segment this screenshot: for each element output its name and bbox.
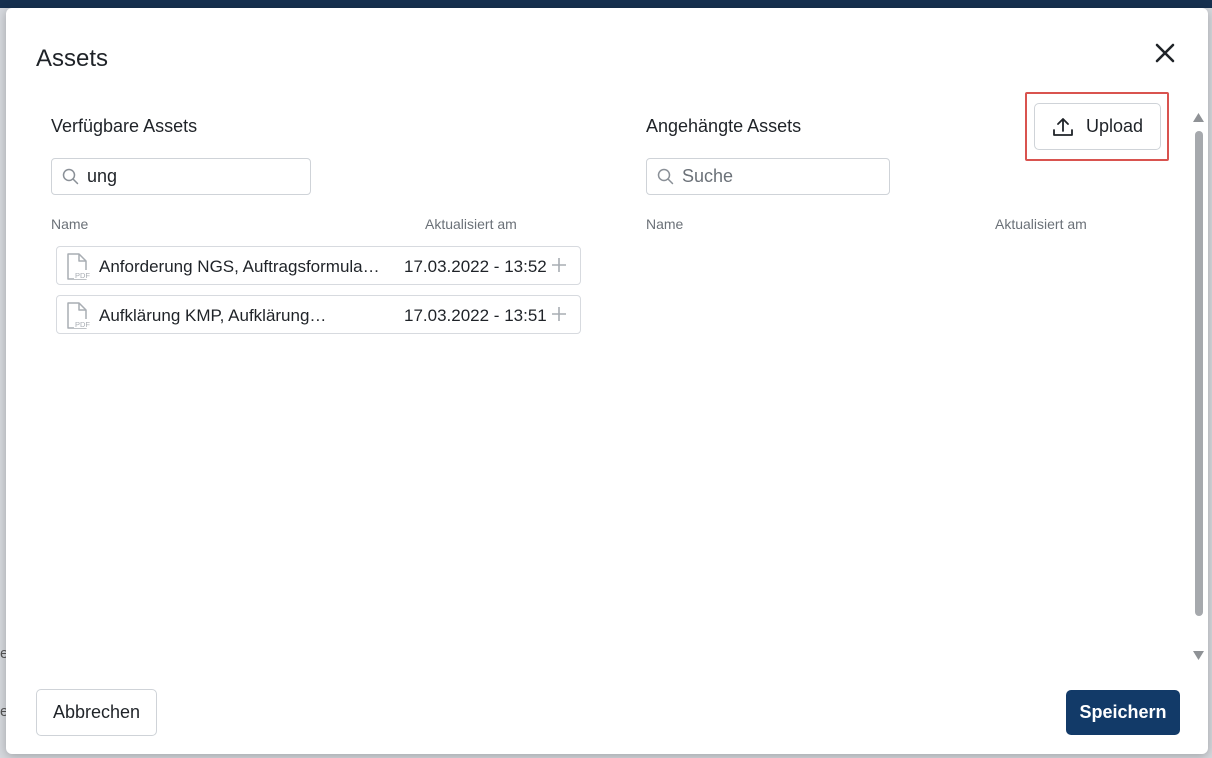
pdf-file-icon: PDF (67, 253, 91, 280)
asset-name: Aufklärung KMP, Aufklärung… (99, 306, 327, 325)
close-icon (1155, 43, 1175, 63)
attached-search-box[interactable] (646, 158, 890, 195)
add-icon[interactable] (551, 306, 567, 322)
svg-text:PDF: PDF (75, 320, 90, 329)
available-search-box[interactable] (51, 158, 311, 195)
scroll-down-arrow-icon[interactable] (1193, 651, 1204, 660)
asset-updated: 17.03.2022 - 13:51 (404, 306, 547, 325)
assets-dialog: Assets Verfügbare Assets Name Aktualisie… (6, 8, 1208, 754)
app-top-bar (0, 0, 1212, 8)
available-col-updated: Aktualisiert am (425, 216, 517, 232)
asset-updated: 17.03.2022 - 13:52 (404, 257, 547, 276)
upload-icon (1053, 117, 1073, 136)
asset-row[interactable]: PDF Aufklärung KMP, Aufklärung… 17.03.20… (56, 295, 581, 334)
attached-search-input[interactable] (682, 166, 872, 187)
upload-label: Upload (1085, 116, 1144, 136)
close-button[interactable] (1150, 38, 1180, 68)
upload-button[interactable]: Upload (1034, 103, 1161, 150)
cancel-button[interactable]: Abbrechen (36, 689, 157, 736)
attached-col-name: Name (646, 216, 684, 232)
available-search-input[interactable] (87, 166, 277, 187)
available-col-name: Name (51, 216, 89, 232)
scroll-up-arrow-icon[interactable] (1193, 113, 1204, 122)
save-button[interactable]: Speichern (1066, 690, 1180, 735)
attached-assets-title: Angehängte Assets (646, 116, 802, 136)
svg-text:PDF: PDF (75, 271, 90, 280)
asset-name: Anforderung NGS, Auftragsformula… (99, 257, 380, 276)
search-icon (62, 168, 79, 185)
dialog-title: Assets (36, 45, 109, 72)
scrollbar-thumb[interactable] (1195, 131, 1203, 616)
search-icon (657, 168, 674, 185)
attached-col-updated: Aktualisiert am (995, 216, 1087, 232)
pdf-file-icon: PDF (67, 302, 91, 329)
asset-row[interactable]: PDF Anforderung NGS, Auftragsformula… 17… (56, 246, 581, 285)
add-icon[interactable] (551, 257, 567, 273)
available-assets-title: Verfügbare Assets (51, 116, 198, 136)
